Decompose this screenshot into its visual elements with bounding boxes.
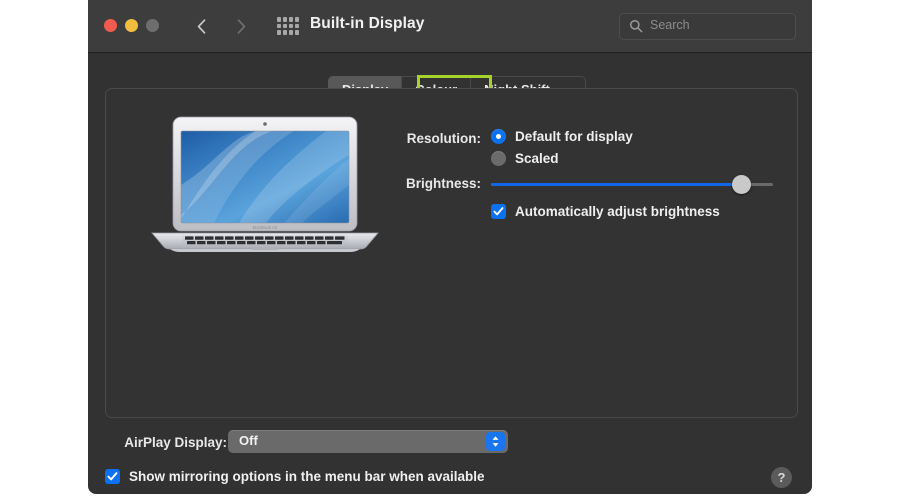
window-titlebar: Built-in Display Search: [88, 0, 812, 53]
auto-brightness-row[interactable]: Automatically adjust brightness: [491, 204, 720, 219]
brightness-label: Brightness:: [405, 176, 481, 191]
radio-scaled[interactable]: [491, 151, 506, 166]
radio-scaled-label: Scaled: [515, 151, 559, 166]
show-mirroring-label: Show mirroring options in the menu bar w…: [129, 469, 485, 484]
brightness-slider-fill: [491, 183, 742, 186]
checkmark-icon: [493, 207, 504, 216]
brightness-slider[interactable]: [491, 175, 773, 194]
back-button[interactable]: [190, 14, 212, 38]
search-placeholder: Search: [650, 18, 690, 32]
checkmark-icon: [107, 472, 118, 481]
system-preferences-window: Built-in Display Search Display Colour N…: [88, 0, 812, 494]
forward-button[interactable]: [230, 14, 252, 38]
airplay-display-value: Off: [239, 433, 258, 448]
radio-default-for-display[interactable]: [491, 129, 506, 144]
show-mirroring-checkbox[interactable]: [105, 469, 120, 484]
airplay-display-dropdown[interactable]: Off: [228, 430, 508, 453]
svg-text:MacBook Air: MacBook Air: [253, 225, 278, 230]
search-icon: [629, 19, 643, 33]
chevron-up-down-icon[interactable]: [486, 432, 505, 451]
resolution-option-scaled[interactable]: Scaled: [491, 151, 559, 166]
auto-brightness-checkbox[interactable]: [491, 204, 506, 219]
chevron-left-icon: [197, 18, 205, 34]
help-button[interactable]: ?: [771, 467, 792, 488]
screenshot-root: Built-in Display Search Display Colour N…: [0, 0, 900, 500]
resolution-label: Resolution:: [406, 131, 481, 146]
chevron-up-down-glyph: [492, 436, 499, 447]
minimize-button[interactable]: [125, 19, 138, 32]
macbook-air-icon: MacBook Air: [151, 116, 379, 252]
zoom-button[interactable]: [146, 19, 159, 32]
radio-default-label: Default for display: [515, 129, 633, 144]
grid-view-icon[interactable]: [277, 17, 299, 35]
airplay-display-label: AirPlay Display:: [124, 435, 227, 450]
brightness-slider-knob[interactable]: [732, 175, 752, 194]
chevron-right-icon: [237, 18, 245, 34]
page-title: Built-in Display: [310, 15, 425, 32]
display-settings-panel: MacBook Air Resolution: Default for disp…: [105, 88, 798, 418]
close-button[interactable]: [104, 19, 117, 32]
search-field[interactable]: Search: [619, 13, 796, 40]
resolution-option-default[interactable]: Default for display: [491, 129, 633, 144]
auto-brightness-label: Automatically adjust brightness: [515, 204, 720, 219]
show-mirroring-options-row[interactable]: Show mirroring options in the menu bar w…: [105, 469, 485, 484]
